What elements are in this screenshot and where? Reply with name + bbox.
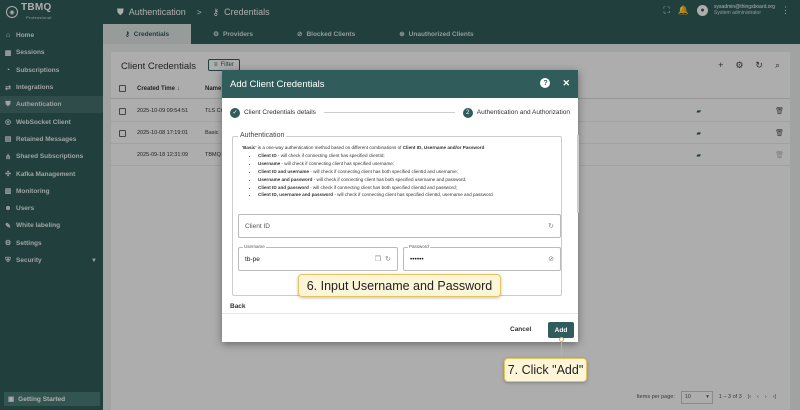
list-item: Username and password - will check if co… [258,176,560,184]
refresh-icon[interactable]: ↻ [385,255,391,263]
step-number[interactable]: 2 [462,107,473,118]
list-item: Client ID and username - will check if c… [258,168,560,176]
cancel-button[interactable]: Cancel [510,326,531,333]
password-value: •••••• [410,255,424,263]
dialog-body: Authentication 'Basic' is a one-way auth… [230,128,570,298]
step-authentication-authorization[interactable]: Authentication and Authorization [477,109,570,116]
client-id-field[interactable]: Client ID ↻ [238,214,561,238]
step-client-credentials-details[interactable]: Client Credentials details [244,109,316,116]
list-item: Client ID - will check if connecting cli… [258,152,560,160]
add-client-credentials-dialog: Add Client Credentials ? ✕ ✓ Client Cred… [222,70,578,342]
back-button[interactable]: Back [230,303,246,310]
visibility-off-icon[interactable]: ⊘ [548,255,554,263]
client-id-placeholder: Client ID [245,222,270,230]
authentication-section: Authentication 'Basic' is a one-way auth… [232,132,562,296]
step-connector [323,112,455,113]
password-label: Password [408,244,430,249]
stepper: ✓ Client Credentials details 2 Authentic… [222,98,578,127]
help-icon[interactable]: ? [540,78,551,88]
callout-anchor [559,337,564,342]
list-item: Username - will check if connecting clie… [258,160,560,168]
username-value: tb-pe [245,255,260,263]
callout-click-add: 7. Click "Add" [504,358,587,382]
dialog-title: Add Client Credentials [230,78,325,90]
password-field[interactable]: Password •••••• ⊘ [403,244,561,271]
close-icon[interactable]: ✕ [562,78,570,89]
list-item: Client ID, username and password - will … [258,191,560,199]
callout-input-credentials: 6. Input Username and Password [298,274,501,297]
dialog-header: Add Client Credentials ? ✕ [222,70,578,98]
section-title: Authentication [238,132,287,139]
dialog-scrollbar[interactable] [577,135,579,213]
add-button[interactable]: Add [548,322,574,338]
list-item: Client ID and password - will check if c… [258,184,560,192]
username-label: Username [243,244,266,249]
check-icon[interactable]: ✓ [230,107,240,118]
username-field[interactable]: Username tb-pe ❐ ↻ [238,244,398,271]
copy-icon[interactable]: ❐ [375,255,381,263]
authentication-description: 'Basic' is a one-way authentication meth… [242,144,560,199]
refresh-icon[interactable]: ↻ [548,222,554,230]
dialog-divider [222,313,578,314]
